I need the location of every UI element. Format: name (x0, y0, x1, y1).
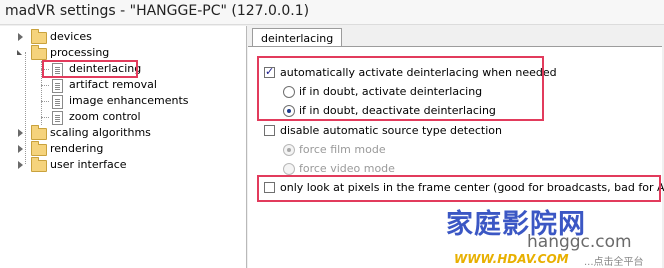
tree-item-label: user interface (50, 158, 127, 171)
selected-node-highlight (42, 60, 138, 78)
tree-item-label: artifact removal (69, 78, 157, 91)
tree-item-user-interface[interactable]: user interface (0, 157, 240, 173)
page-icon (52, 111, 63, 125)
tree-item-artifact-removal[interactable]: artifact removal (0, 77, 240, 93)
tree-item-label: rendering (50, 142, 104, 155)
folder-icon (31, 29, 47, 44)
expand-arrow-icon[interactable] (18, 129, 23, 137)
folder-icon (31, 125, 47, 140)
watermark-url: WWW.HDAV.COM (454, 252, 569, 266)
collapse-arrow-icon[interactable] (17, 50, 22, 55)
watermark-subtext: hanggc.com (527, 232, 632, 252)
force-film-mode-radio[interactable] (283, 144, 295, 156)
tree-item-scaling-algorithms[interactable]: scaling algorithms (0, 125, 240, 141)
tree-item-zoom-control[interactable]: zoom control (0, 109, 240, 125)
expand-arrow-icon[interactable] (18, 33, 23, 41)
deinterlacing-options-highlight (257, 56, 544, 121)
folder-icon (31, 157, 47, 172)
folder-icon (31, 45, 47, 60)
tree-item-devices[interactable]: devices (0, 29, 240, 45)
force-video-mode-radio[interactable] (283, 163, 295, 175)
folder-icon (31, 141, 47, 156)
tree-item-label: zoom control (69, 110, 141, 123)
tab-bar: deinterlacing (248, 26, 664, 48)
disable-source-detection-checkbox[interactable] (264, 125, 275, 136)
expand-arrow-icon[interactable] (18, 145, 23, 153)
title-bar: madVR settings - "HANGGE-PC" (127.0.0.1) (0, 0, 664, 25)
tab-deinterlacing[interactable]: deinterlacing (252, 28, 343, 48)
page-icon (52, 95, 63, 109)
tree-item-processing[interactable]: processing (0, 45, 240, 61)
tree-item-image-enhancements[interactable]: image enhancements (0, 93, 240, 109)
page-icon (52, 79, 63, 93)
tree-item-label: scaling algorithms (50, 126, 151, 139)
madvr-settings-window: madVR settings - "HANGGE-PC" (127.0.0.1)… (0, 0, 664, 268)
expand-arrow-icon[interactable] (18, 161, 23, 169)
tree-item-label: processing (50, 46, 110, 59)
force-film-mode-label: force film mode (299, 143, 386, 156)
watermark-tail: ...点击全平台 (584, 257, 644, 268)
frame-center-highlight (257, 175, 661, 202)
tree-item-label: devices (50, 30, 92, 43)
disable-source-detection-label: disable automatic source type detection (280, 124, 502, 137)
tree-item-rendering[interactable]: rendering (0, 141, 240, 157)
tree-item-label: image enhancements (69, 94, 189, 107)
window-title: madVR settings - "HANGGE-PC" (127.0.0.1) (5, 3, 310, 19)
